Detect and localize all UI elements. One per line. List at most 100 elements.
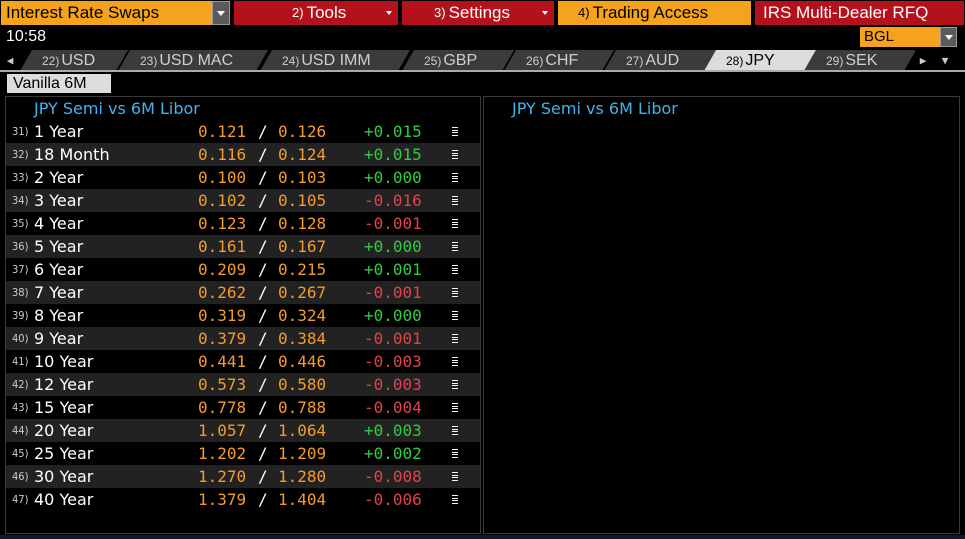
- row-change: -0.008: [364, 467, 422, 486]
- quote-row[interactable]: 46) 30 Year 1.270 / 1.280 -0.008: [6, 465, 480, 488]
- row-bid[interactable]: 0.123: [198, 214, 246, 233]
- quote-row[interactable]: 39) 8 Year 0.319 / 0.324 +0.000: [6, 304, 480, 327]
- row-menu-icon[interactable]: [452, 380, 458, 389]
- row-bid[interactable]: 1.379: [198, 490, 246, 509]
- row-bid[interactable]: 0.379: [198, 329, 246, 348]
- row-bid[interactable]: 1.057: [198, 421, 246, 440]
- tab-sek[interactable]: 29) SEK: [804, 50, 916, 71]
- row-bid[interactable]: 0.102: [198, 191, 246, 210]
- chevron-down-icon: [944, 34, 953, 40]
- tab-usd-imm[interactable]: 24) USD IMM: [260, 50, 410, 71]
- row-ask[interactable]: 1.209: [278, 444, 326, 463]
- row-ask[interactable]: 0.580: [278, 375, 326, 394]
- row-ask[interactable]: 1.280: [278, 467, 326, 486]
- row-ask[interactable]: 0.103: [278, 168, 326, 187]
- row-bid[interactable]: 0.161: [198, 237, 246, 256]
- right-pane-title: JPY Semi vs 6M Libor: [512, 99, 678, 118]
- row-menu-icon[interactable]: [452, 288, 458, 297]
- function-dropdown-button[interactable]: [212, 1, 230, 25]
- row-tenor: 20 Year: [34, 421, 94, 440]
- row-separator: /: [258, 306, 268, 325]
- tab-overflow-icon[interactable]: ▼: [937, 50, 953, 71]
- row-menu-icon[interactable]: [452, 472, 458, 481]
- row-bid[interactable]: 0.319: [198, 306, 246, 325]
- quote-row[interactable]: 47) 40 Year 1.379 / 1.404 -0.006: [6, 488, 480, 511]
- row-ask[interactable]: 1.064: [278, 421, 326, 440]
- row-ask[interactable]: 1.404: [278, 490, 326, 509]
- row-ask[interactable]: 0.384: [278, 329, 326, 348]
- row-ask[interactable]: 0.126: [278, 122, 326, 141]
- row-menu-icon[interactable]: [452, 219, 458, 228]
- row-ask[interactable]: 0.124: [278, 145, 326, 164]
- row-menu-icon[interactable]: [452, 403, 458, 412]
- row-ask[interactable]: 0.167: [278, 237, 326, 256]
- quote-row[interactable]: 35) 4 Year 0.123 / 0.128 -0.001: [6, 212, 480, 235]
- quote-row[interactable]: 45) 25 Year 1.202 / 1.209 +0.002: [6, 442, 480, 465]
- quote-row[interactable]: 41) 10 Year 0.441 / 0.446 -0.003: [6, 350, 480, 373]
- tab-usd-mac[interactable]: 23) USD MAC: [118, 50, 268, 71]
- trading-access-menu[interactable]: 4) Trading Access: [558, 1, 751, 25]
- subtab-vanilla-6m[interactable]: Vanilla 6M: [7, 74, 111, 93]
- row-menu-icon[interactable]: [452, 242, 458, 251]
- row-menu-icon[interactable]: [452, 449, 458, 458]
- quote-row[interactable]: 37) 6 Year 0.209 / 0.215 +0.001: [6, 258, 480, 281]
- row-ask[interactable]: 0.105: [278, 191, 326, 210]
- chevron-down-icon: [542, 11, 548, 15]
- row-bid[interactable]: 1.202: [198, 444, 246, 463]
- row-bid[interactable]: 0.778: [198, 398, 246, 417]
- pricing-source-field[interactable]: BGL: [860, 27, 940, 47]
- row-ask[interactable]: 0.446: [278, 352, 326, 371]
- function-title[interactable]: Interest Rate Swaps: [1, 1, 212, 25]
- row-index: 31): [12, 125, 29, 138]
- quote-row[interactable]: 33) 2 Year 0.100 / 0.103 +0.000: [6, 166, 480, 189]
- quote-row[interactable]: 32) 18 Month 0.116 / 0.124 +0.015: [6, 143, 480, 166]
- quote-row[interactable]: 44) 20 Year 1.057 / 1.064 +0.003: [6, 419, 480, 442]
- row-bid[interactable]: 0.441: [198, 352, 246, 371]
- tab-jpy[interactable]: 28) JPY: [704, 50, 816, 71]
- quote-row[interactable]: 38) 7 Year 0.262 / 0.267 -0.001: [6, 281, 480, 304]
- tab-chf[interactable]: 26) CHF: [504, 50, 614, 71]
- row-bid[interactable]: 0.262: [198, 283, 246, 302]
- row-bid[interactable]: 0.100: [198, 168, 246, 187]
- quote-row[interactable]: 40) 9 Year 0.379 / 0.384 -0.001: [6, 327, 480, 350]
- quote-row[interactable]: 36) 5 Year 0.161 / 0.167 +0.000: [6, 235, 480, 258]
- row-bid[interactable]: 0.116: [198, 145, 246, 164]
- irs-multi-dealer-rfq-button[interactable]: IRS Multi-Dealer RFQ: [755, 1, 964, 25]
- row-menu-icon[interactable]: [452, 196, 458, 205]
- tab-gbp[interactable]: 25) GBP: [402, 50, 514, 71]
- row-menu-icon[interactable]: [452, 311, 458, 320]
- row-bid[interactable]: 1.270: [198, 467, 246, 486]
- row-menu-icon[interactable]: [452, 150, 458, 159]
- row-menu-icon[interactable]: [452, 173, 458, 182]
- row-bid[interactable]: 0.573: [198, 375, 246, 394]
- row-index: 36): [12, 240, 29, 253]
- tab-scroll-right-icon[interactable]: ▶: [915, 50, 931, 71]
- quote-row[interactable]: 43) 15 Year 0.778 / 0.788 -0.004: [6, 396, 480, 419]
- row-index: 41): [12, 355, 29, 368]
- row-bid[interactable]: 0.121: [198, 122, 246, 141]
- row-menu-icon[interactable]: [452, 127, 458, 136]
- pricing-source-dropdown[interactable]: [940, 27, 957, 47]
- row-ask[interactable]: 0.128: [278, 214, 326, 233]
- row-ask[interactable]: 0.215: [278, 260, 326, 279]
- tools-menu[interactable]: 2) Tools: [234, 1, 398, 25]
- row-menu-icon[interactable]: [452, 265, 458, 274]
- tab-number: 23): [140, 54, 158, 68]
- row-ask[interactable]: 0.267: [278, 283, 326, 302]
- row-separator: /: [258, 421, 268, 440]
- quote-row[interactable]: 31) 1 Year 0.121 / 0.126 +0.015: [6, 120, 480, 143]
- quote-row[interactable]: 34) 3 Year 0.102 / 0.105 -0.016: [6, 189, 480, 212]
- quote-row[interactable]: 42) 12 Year 0.573 / 0.580 -0.003: [6, 373, 480, 396]
- tab-aud[interactable]: 27) AUD: [604, 50, 716, 71]
- row-bid[interactable]: 0.209: [198, 260, 246, 279]
- row-change: -0.001: [364, 283, 422, 302]
- settings-menu[interactable]: 3) Settings: [402, 1, 554, 25]
- row-menu-icon[interactable]: [452, 426, 458, 435]
- row-menu-icon[interactable]: [452, 357, 458, 366]
- row-menu-icon[interactable]: [452, 495, 458, 504]
- row-menu-icon[interactable]: [452, 334, 458, 343]
- row-ask[interactable]: 0.324: [278, 306, 326, 325]
- tab-scroll-left-icon[interactable]: ◀: [2, 50, 18, 71]
- tab-usd[interactable]: 22) USD: [20, 50, 128, 71]
- row-ask[interactable]: 0.788: [278, 398, 326, 417]
